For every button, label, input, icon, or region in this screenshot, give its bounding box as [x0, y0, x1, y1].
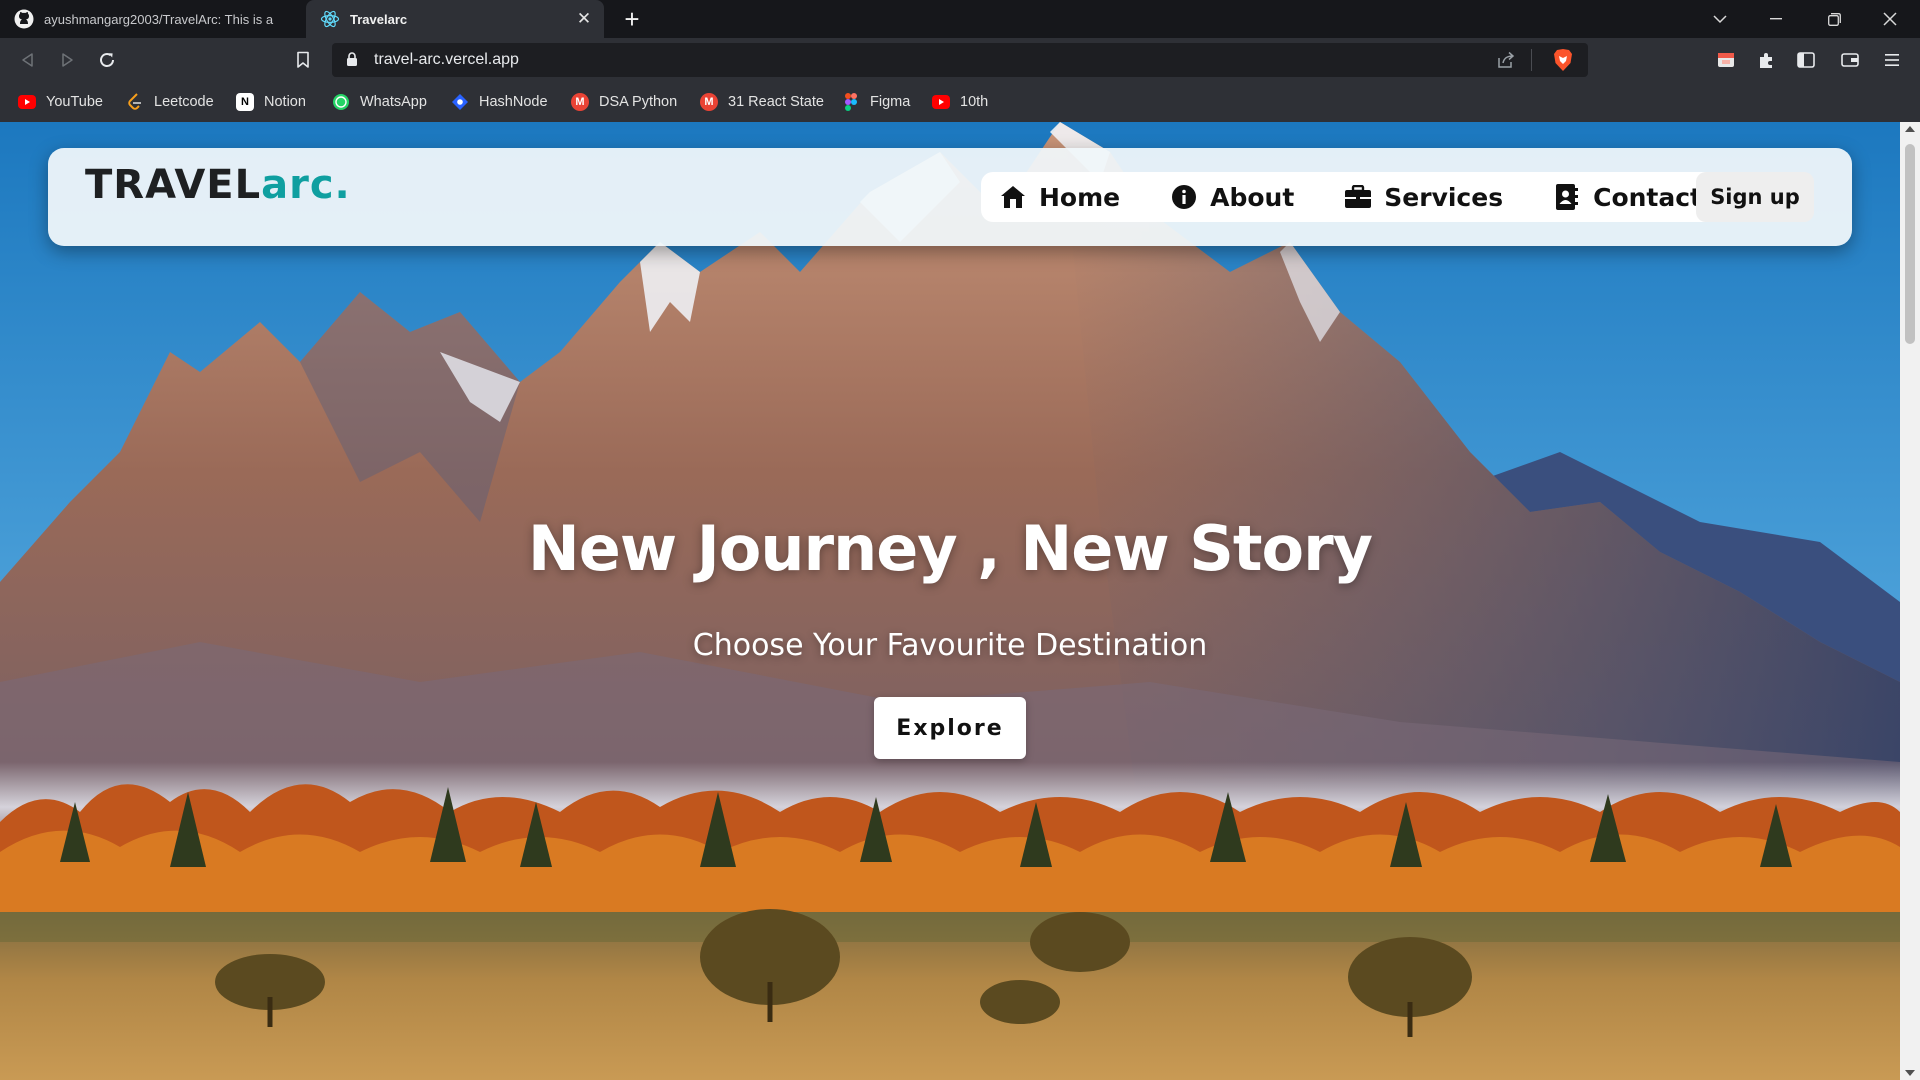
nav-menu: Home About Services Contact	[981, 172, 1769, 222]
bookmark-label: 31 React State	[728, 94, 824, 110]
scroll-thumb[interactable]	[1905, 144, 1915, 344]
close-window-icon[interactable]	[1862, 0, 1918, 38]
briefcase-icon	[1344, 183, 1372, 211]
logo-part-travel: TRAVEL	[85, 162, 262, 208]
nav-home[interactable]: Home	[999, 172, 1120, 222]
bookmark-label: 10th	[960, 94, 989, 110]
sidebar-icon[interactable]	[1792, 46, 1820, 74]
house-icon	[999, 183, 1027, 211]
bookmark-hashnode[interactable]: HashNode	[451, 91, 548, 113]
back-icon[interactable]	[14, 46, 42, 74]
page-viewport: TRAVELarc. Home About Services Contact S…	[0, 122, 1900, 1080]
react-icon	[320, 9, 340, 29]
share-icon[interactable]	[1496, 50, 1516, 75]
hashnode-icon	[451, 93, 469, 111]
wallet-icon[interactable]	[1836, 46, 1864, 74]
nav-services[interactable]: Services	[1344, 172, 1503, 222]
address-book-icon	[1553, 183, 1581, 211]
rewards-icon[interactable]	[1712, 46, 1740, 74]
tab-title: Travelarc	[350, 11, 408, 27]
github-icon	[14, 9, 34, 29]
restore-icon[interactable]	[1806, 0, 1862, 38]
site-logo[interactable]: TRAVELarc.	[85, 162, 351, 208]
bookmark-label: Leetcode	[154, 94, 214, 110]
leetcode-icon	[126, 93, 144, 111]
close-tab-icon[interactable]: ✕	[574, 9, 594, 29]
site-navbar: TRAVELarc. Home About Services Contact S…	[48, 148, 1852, 246]
nav-label: Contact	[1593, 182, 1703, 212]
bookmark-react-state[interactable]: M 31 React State	[700, 91, 824, 113]
bookmark-figma[interactable]: Figma	[842, 91, 910, 113]
bookmark-label: DSA Python	[599, 94, 678, 110]
whatsapp-icon	[332, 93, 350, 111]
url-text: travel-arc.vercel.app	[374, 51, 519, 68]
signup-button[interactable]: Sign up	[1696, 172, 1814, 222]
hero-background-image	[0, 122, 1900, 1080]
minimize-icon[interactable]	[1748, 0, 1804, 38]
nav-label: About	[1210, 182, 1295, 212]
hero-title: New Journey , New Story	[527, 512, 1373, 585]
scroll-down-icon[interactable]	[1905, 1070, 1915, 1076]
notion-icon: N	[236, 93, 254, 111]
nav-contact[interactable]: Contact	[1553, 172, 1702, 222]
bookmark-whatsapp[interactable]: WhatsApp	[332, 91, 427, 113]
tab-bar: ayushmangarg2003/TravelArc: This is a Tr…	[0, 0, 1920, 38]
bookmark-leetcode[interactable]: Leetcode	[126, 91, 214, 113]
gmail-icon: M	[700, 93, 718, 111]
youtube-icon	[932, 93, 950, 111]
bookmarks-bar: YouTube Leetcode N Notion WhatsApp HashN…	[0, 82, 1920, 122]
tab-travelarc[interactable]: Travelarc ✕	[306, 0, 604, 38]
nav-label: Home	[1039, 182, 1121, 212]
new-tab-icon[interactable]: +	[618, 4, 646, 34]
extensions-icon[interactable]	[1752, 46, 1780, 74]
tab-title: ayushmangarg2003/TravelArc: This is a	[44, 11, 274, 27]
tab-github[interactable]: ayushmangarg2003/TravelArc: This is a	[0, 0, 302, 38]
bookmark-label: Notion	[264, 94, 306, 110]
bookmark-label: WhatsApp	[360, 94, 427, 110]
scroll-up-icon[interactable]	[1905, 126, 1915, 132]
gmail-icon: M	[571, 93, 589, 111]
forward-icon[interactable]	[53, 46, 81, 74]
bookmark-label: YouTube	[46, 94, 103, 110]
info-circle-icon	[1170, 183, 1198, 211]
hero-subtitle: Choose Your Favourite Destination	[692, 628, 1208, 663]
browser-toolbar: travel-arc.vercel.app	[0, 38, 1920, 82]
bookmark-icon[interactable]	[289, 46, 317, 74]
youtube-icon	[18, 93, 36, 111]
chevron-down-icon[interactable]	[1692, 0, 1748, 38]
figma-icon	[842, 93, 860, 111]
bookmark-dsa-python[interactable]: M DSA Python	[571, 91, 677, 113]
bookmark-notion[interactable]: N Notion	[236, 91, 306, 113]
menu-icon[interactable]	[1878, 46, 1906, 74]
reload-icon[interactable]	[93, 46, 121, 74]
address-bar[interactable]: travel-arc.vercel.app	[332, 43, 1588, 77]
page-scrollbar[interactable]	[1900, 122, 1920, 1080]
logo-part-arc: arc.	[261, 162, 351, 208]
nav-about[interactable]: About	[1170, 172, 1294, 222]
brave-shield-icon[interactable]	[1552, 48, 1574, 77]
explore-button[interactable]: Explore	[874, 697, 1026, 759]
divider	[1531, 49, 1532, 71]
bookmark-label: HashNode	[479, 94, 548, 110]
bookmark-label: Figma	[870, 94, 911, 110]
lock-icon	[346, 52, 358, 72]
nav-label: Services	[1384, 182, 1504, 212]
bookmark-10th[interactable]: 10th	[932, 91, 988, 113]
bookmark-youtube[interactable]: YouTube	[18, 91, 103, 113]
